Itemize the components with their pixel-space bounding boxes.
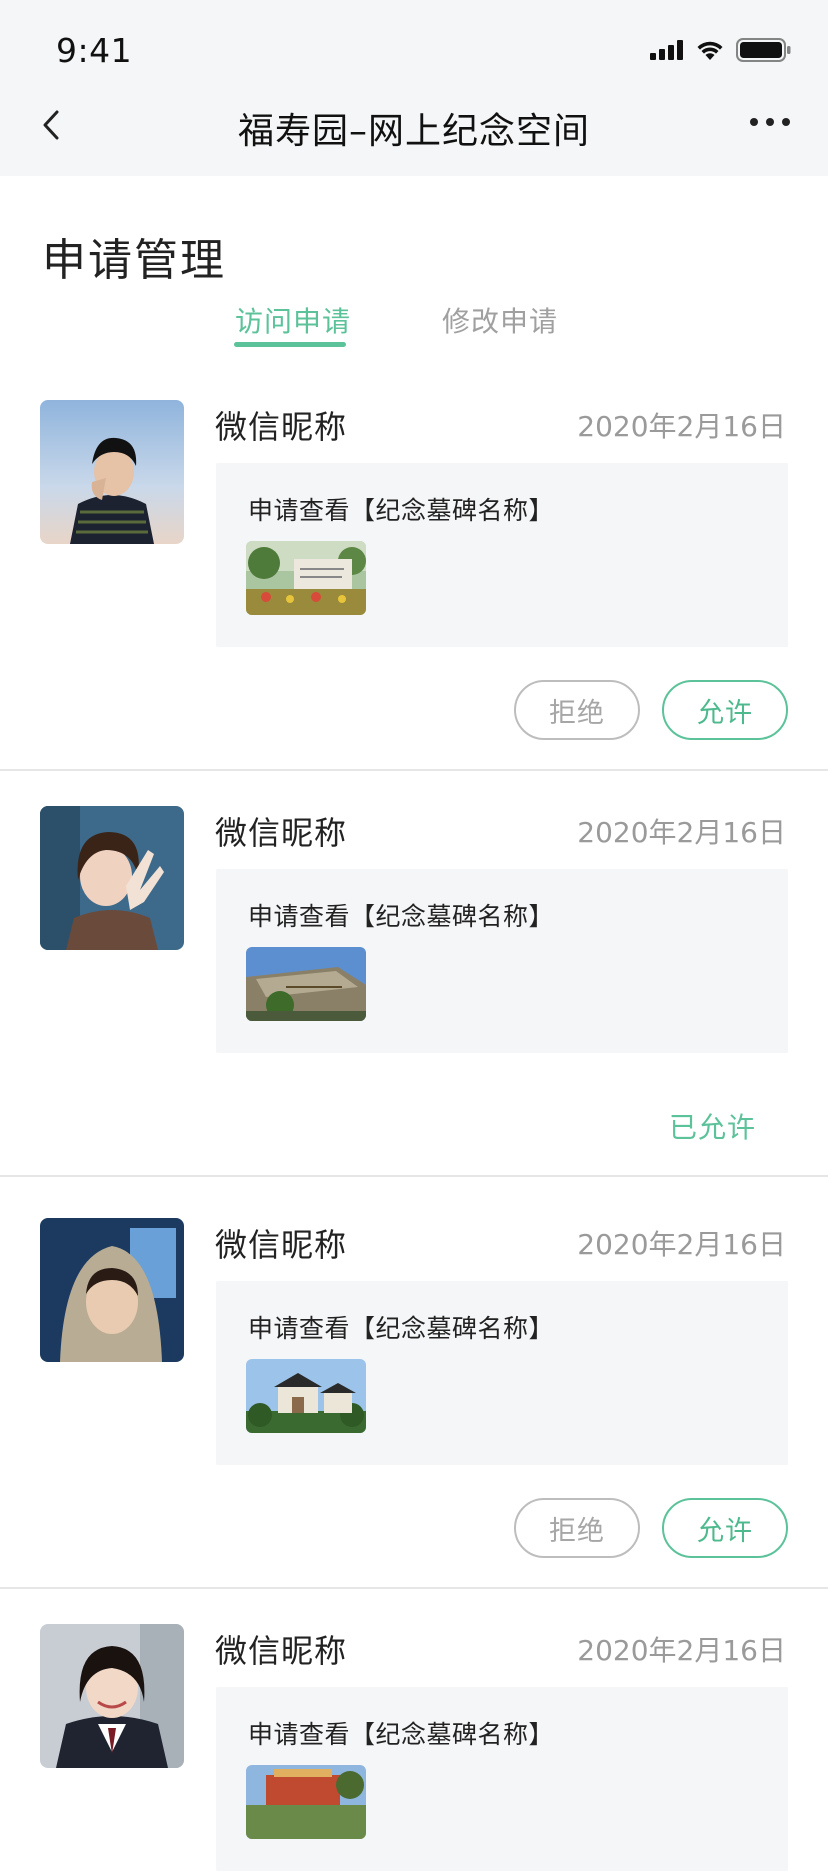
top-bar: 9:41 福寿园–网上纪念空间 — [0, 0, 828, 176]
nickname: 微信昵称 — [215, 408, 348, 446]
request-box: 申请查看【纪念墓碑名称】 — [216, 1281, 788, 1465]
status-icons — [650, 38, 792, 62]
request-date: 2020年2月16日 — [577, 816, 786, 849]
request-text: 申请查看【纪念墓碑名称】 — [248, 1314, 555, 1343]
reject-button[interactable]: 拒绝 — [514, 680, 640, 740]
request-date: 2020年2月16日 — [577, 1228, 786, 1261]
avatar — [40, 1218, 184, 1362]
avatar — [40, 1624, 184, 1768]
request-card: 微信昵称 2020年2月16日 申请查看【纪念墓碑名称】 拒绝 允许 — [0, 400, 828, 771]
reject-button[interactable]: 拒绝 — [514, 1498, 640, 1558]
allowed-status: 已允许 — [668, 1111, 756, 1144]
more-dots-icon[interactable] — [750, 118, 790, 126]
allow-button[interactable]: 允许 — [662, 680, 788, 740]
tab-visit-requests[interactable]: 访问申请 — [235, 300, 351, 340]
divider — [0, 1175, 828, 1177]
wifi-icon — [697, 41, 723, 60]
request-text: 申请查看【纪念墓碑名称】 — [248, 1720, 555, 1749]
request-box: 申请查看【纪念墓碑名称】 — [216, 869, 788, 1053]
page-title: 申请管理 — [42, 235, 226, 286]
divider — [0, 1587, 828, 1589]
allow-button[interactable]: 允许 — [662, 1498, 788, 1558]
memorial-thumbnail[interactable] — [246, 1359, 366, 1433]
memorial-thumbnail[interactable] — [246, 1765, 366, 1839]
request-date: 2020年2月16日 — [577, 410, 786, 443]
divider — [0, 769, 828, 771]
memorial-thumbnail[interactable] — [246, 541, 366, 615]
nickname: 微信昵称 — [215, 814, 348, 852]
request-card: 微信昵称 2020年2月16日 申请查看【纪念墓碑名称】 — [0, 1624, 828, 1871]
tab-edit-requests[interactable]: 修改申请 — [442, 300, 558, 340]
tab-bar: 访问申请 修改申请 — [0, 300, 828, 350]
request-box: 申请查看【纪念墓碑名称】 — [216, 1687, 788, 1871]
request-text: 申请查看【纪念墓碑名称】 — [248, 496, 555, 525]
signal-icon — [650, 40, 683, 60]
nickname: 微信昵称 — [215, 1632, 348, 1670]
avatar — [40, 400, 184, 544]
battery-icon — [736, 38, 791, 62]
memorial-thumbnail[interactable] — [246, 947, 366, 1021]
status-time: 9:41 — [56, 31, 133, 70]
request-date: 2020年2月16日 — [577, 1634, 786, 1667]
avatar — [40, 806, 184, 950]
nickname: 微信昵称 — [215, 1226, 348, 1264]
request-card: 微信昵称 2020年2月16日 申请查看【纪念墓碑名称】 已允许 — [0, 806, 828, 1177]
request-box: 申请查看【纪念墓碑名称】 — [216, 463, 788, 647]
request-card: 微信昵称 2020年2月16日 申请查看【纪念墓碑名称】 拒绝 允许 — [0, 1218, 828, 1589]
tab-active-indicator — [234, 342, 346, 347]
nav-title: 福寿园–网上纪念空间 — [237, 111, 590, 152]
request-text: 申请查看【纪念墓碑名称】 — [248, 902, 555, 931]
